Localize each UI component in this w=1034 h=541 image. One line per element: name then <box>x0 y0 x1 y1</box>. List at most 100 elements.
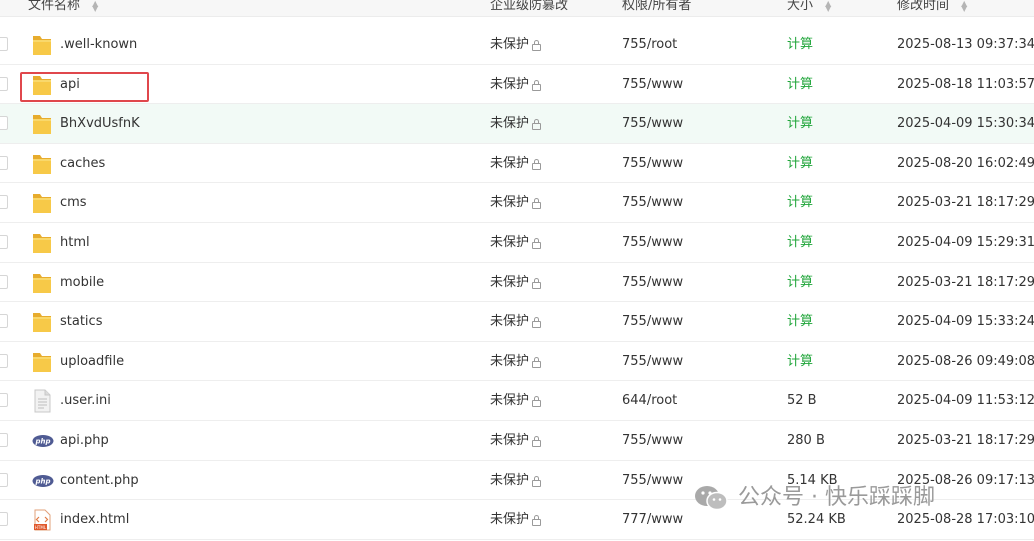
row-checkbox[interactable] <box>0 314 8 329</box>
protection-status[interactable]: 未保护 <box>490 183 542 222</box>
permission[interactable]: 755/www <box>622 104 683 143</box>
file-name[interactable]: index.html <box>60 500 129 539</box>
protection-label: 未保护 <box>490 353 530 369</box>
header-mtime[interactable]: 修改时间 ▲ ▼ <box>897 0 967 16</box>
lock-icon[interactable] <box>532 475 542 487</box>
table-row[interactable]: uploadfile 未保护 755/www 计算 2025-08-26 09:49:0… <box>0 342 1034 382</box>
protection-status[interactable]: 未保护 <box>490 263 542 302</box>
file-name[interactable]: .user.ini <box>60 381 111 420</box>
table-row[interactable]: .well-known 未保护 755/root 计算 2025-08-13 09:37… <box>0 25 1034 65</box>
protection-status[interactable]: 未保护 <box>490 461 542 500</box>
modified-time: 2025-08-20 16:02:49 <box>897 155 1034 171</box>
table-row[interactable]: caches 未保护 755/www 计算 2025-08-20 16:02:49 <box>0 144 1034 184</box>
calculate-size-link[interactable]: 计算 <box>787 263 813 302</box>
calculate-size-link[interactable]: 计算 <box>787 144 813 183</box>
calculate-size-link[interactable]: 计算 <box>787 25 813 64</box>
row-checkbox[interactable] <box>0 234 8 249</box>
header-size[interactable]: 大小 ▲ ▼ <box>787 0 831 16</box>
file-name[interactable]: .well-known <box>60 25 137 64</box>
file-name[interactable]: html <box>60 223 90 262</box>
protection-status[interactable]: 未保护 <box>490 500 542 539</box>
modified-time: 2025-03-21 18:17:29 <box>897 432 1034 448</box>
file-name[interactable]: uploadfile <box>60 342 124 381</box>
lock-icon[interactable] <box>532 119 542 131</box>
permission[interactable]: 755/www <box>622 65 683 104</box>
protection-status[interactable]: 未保护 <box>490 144 542 183</box>
file-name[interactable]: caches <box>60 144 105 183</box>
protection-status[interactable]: 未保护 <box>490 223 542 262</box>
permission[interactable]: 755/www <box>622 223 683 262</box>
table-row[interactable]: statics 未保护 755/www 计算 2025-04-09 15:33:24 <box>0 302 1034 342</box>
row-checkbox[interactable] <box>0 393 8 408</box>
protection-label: 未保护 <box>490 116 530 132</box>
lock-icon[interactable] <box>532 515 542 527</box>
table-row[interactable]: html 未保护 755/www 计算 2025-04-09 15:29:31 <box>0 223 1034 263</box>
permission[interactable]: 644/root <box>622 381 677 420</box>
table-row[interactable]: cms 未保护 755/www 计算 2025-03-21 18:17:29 <box>0 183 1034 223</box>
table-row[interactable]: api 未保护 755/www 计算 2025-08-18 11:03:57 <box>0 65 1034 105</box>
row-checkbox[interactable] <box>0 353 8 368</box>
row-checkbox[interactable] <box>0 155 8 170</box>
protection-status[interactable]: 未保护 <box>490 342 542 381</box>
lock-icon[interactable] <box>532 40 542 51</box>
row-checkbox[interactable] <box>0 274 8 289</box>
row-checkbox[interactable] <box>0 37 8 51</box>
lock-icon[interactable] <box>532 317 542 329</box>
permission[interactable]: 777/www <box>622 500 683 539</box>
protection-label: 未保护 <box>490 76 530 92</box>
lock-icon[interactable] <box>532 356 542 368</box>
protection-status[interactable]: 未保护 <box>490 104 542 143</box>
header-name-label: 文件名称 <box>28 0 81 13</box>
sort-icon[interactable]: ▲ ▼ <box>92 0 98 12</box>
row-checkbox[interactable] <box>0 116 8 131</box>
calculate-size-link[interactable]: 计算 <box>787 342 813 381</box>
lock-icon[interactable] <box>532 79 542 91</box>
row-checkbox[interactable] <box>0 432 8 447</box>
permission[interactable]: 755/www <box>622 183 683 222</box>
lock-icon[interactable] <box>532 396 542 408</box>
protection-label: 未保护 <box>490 472 530 488</box>
table-row[interactable]: BhXvdUsfnK 未保护 755/www 计算 2025-04-09 15:30:3… <box>0 104 1034 144</box>
permission[interactable]: 755/www <box>622 263 683 302</box>
protection-status[interactable]: 未保护 <box>490 381 542 420</box>
calculate-size-link[interactable]: 计算 <box>787 302 813 341</box>
calculate-size-link[interactable]: 计算 <box>787 104 813 143</box>
calculate-size-link[interactable]: 计算 <box>787 65 813 104</box>
permission[interactable]: 755/www <box>622 421 683 460</box>
permission[interactable]: 755/www <box>622 144 683 183</box>
protection-status[interactable]: 未保护 <box>490 25 542 64</box>
lock-icon[interactable] <box>532 277 542 289</box>
protection-status[interactable]: 未保护 <box>490 302 542 341</box>
file-name[interactable]: BhXvdUsfnK <box>60 104 140 143</box>
lock-icon[interactable] <box>532 435 542 447</box>
row-checkbox[interactable] <box>0 76 8 91</box>
row-checkbox[interactable] <box>0 472 8 487</box>
modified-time: 2025-08-26 09:49:08 <box>897 353 1034 369</box>
lock-icon[interactable] <box>532 237 542 249</box>
table-row[interactable]: php api.php 未保护 755/www 280 B 2025-03-21 18:1… <box>0 421 1034 461</box>
permission[interactable]: 755/root <box>622 25 677 64</box>
permission[interactable]: 755/www <box>622 342 683 381</box>
svg-text:HTML: HTML <box>35 525 47 530</box>
table-row[interactable]: mobile 未保护 755/www 计算 2025-03-21 18:17:29 <box>0 263 1034 303</box>
protection-status[interactable]: 未保护 <box>490 421 542 460</box>
sort-icon[interactable]: ▲ ▼ <box>825 0 831 12</box>
sort-icon[interactable]: ▲ ▼ <box>961 0 967 12</box>
file-name[interactable]: api.php <box>60 421 109 460</box>
row-checkbox[interactable] <box>0 195 8 210</box>
table-row[interactable]: .user.ini 未保护 644/root 52 B 2025-04-09 11:53… <box>0 381 1034 421</box>
row-checkbox[interactable] <box>0 512 8 527</box>
file-name[interactable]: statics <box>60 302 102 341</box>
calculate-size-link[interactable]: 计算 <box>787 223 813 262</box>
permission[interactable]: 755/www <box>622 461 683 500</box>
folder-icon <box>32 152 52 176</box>
lock-icon[interactable] <box>532 198 542 210</box>
file-name[interactable]: cms <box>60 183 87 222</box>
lock-icon[interactable] <box>532 158 542 170</box>
file-name[interactable]: mobile <box>60 263 104 302</box>
protection-status[interactable]: 未保护 <box>490 65 542 104</box>
permission[interactable]: 755/www <box>622 302 683 341</box>
header-name[interactable]: 文件名称 ▲ ▼ <box>28 0 98 16</box>
calculate-size-link[interactable]: 计算 <box>787 183 813 222</box>
file-name[interactable]: content.php <box>60 461 139 500</box>
